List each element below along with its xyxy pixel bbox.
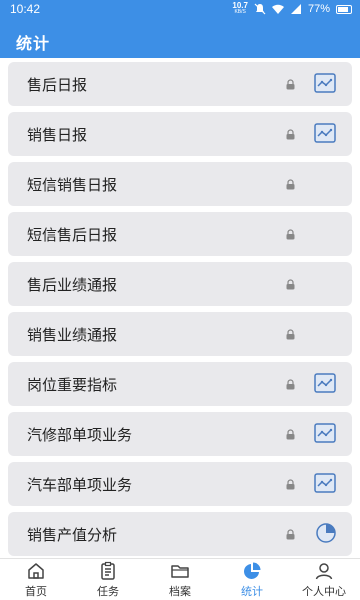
bottom-nav: 首页 任务 档案 统计 个人中心 [0, 558, 360, 600]
lock-icon [286, 229, 295, 240]
signal-icon [290, 3, 302, 15]
nav-tasks[interactable]: 任务 [72, 561, 144, 599]
lock-icon [286, 479, 295, 490]
report-item-after-sales-daily[interactable]: 售后日报 [8, 62, 352, 106]
folder-icon [171, 564, 189, 578]
lock-icon [286, 429, 295, 440]
report-item-label: 短信售后日报 [27, 226, 118, 244]
report-item-label: 销售业绩通报 [27, 326, 118, 344]
report-item-sms-after-sales-daily[interactable]: 短信售后日报 [8, 212, 352, 256]
nav-label: 首页 [25, 585, 47, 598]
report-item-label: 销售日报 [27, 126, 88, 144]
page-title: 统计 [16, 36, 51, 53]
clipboard-icon [101, 561, 115, 580]
report-item-label: 售后日报 [27, 76, 88, 94]
report-item-repair-dept-single-business[interactable]: 汽修部单项业务 [8, 412, 352, 456]
mute-icon [254, 3, 266, 15]
lock-icon [286, 329, 295, 340]
report-item-label: 汽修部单项业务 [27, 426, 133, 444]
report-item-label: 岗位重要指标 [27, 376, 118, 394]
battery-percent: 77% [307, 3, 330, 15]
network-speed: 10.7 KB/S [232, 1, 248, 16]
nav-archive[interactable]: 档案 [144, 561, 216, 599]
report-item-after-sales-performance[interactable]: 售后业绩通报 [8, 262, 352, 306]
report-item-sms-sales-daily[interactable]: 短信销售日报 [8, 162, 352, 206]
line-chart-icon[interactable] [314, 123, 336, 143]
home-icon [28, 562, 44, 579]
nav-profile[interactable]: 个人中心 [288, 561, 360, 599]
line-chart-icon[interactable] [314, 73, 336, 93]
report-item-label: 汽车部单项业务 [27, 476, 133, 494]
lock-icon [286, 529, 295, 540]
lock-icon [286, 79, 295, 90]
line-chart-icon[interactable] [314, 473, 336, 493]
lock-icon [286, 179, 295, 190]
wifi-icon [271, 3, 284, 15]
status-bar: 10:42 10.7 KB/S 77% [0, 0, 360, 18]
report-item-label: 售后业绩通报 [27, 276, 118, 294]
report-item-label: 销售产值分析 [27, 526, 118, 544]
report-item-sales-performance[interactable]: 销售业绩通报 [8, 312, 352, 356]
report-item-label: 短信销售日报 [27, 176, 118, 194]
lock-icon [286, 279, 295, 290]
pie-chart-icon [244, 562, 261, 579]
nav-label: 个人中心 [302, 585, 346, 598]
nav-label: 任务 [97, 585, 119, 598]
lock-icon [286, 379, 295, 390]
line-chart-icon[interactable] [314, 423, 336, 443]
user-icon [315, 562, 333, 579]
battery-icon [336, 4, 352, 14]
status-indicators: 10.7 KB/S 77% [232, 2, 352, 16]
lock-icon [286, 129, 295, 140]
pie-chart-icon[interactable] [315, 522, 337, 544]
line-chart-icon[interactable] [314, 373, 336, 393]
nav-label: 统计 [241, 585, 263, 598]
nav-home[interactable]: 首页 [0, 561, 72, 599]
status-time: 10:42 [10, 2, 41, 16]
report-item-key-position-metrics[interactable]: 岗位重要指标 [8, 362, 352, 406]
nav-label: 档案 [169, 585, 191, 598]
report-item-vehicle-dept-single-business[interactable]: 汽车部单项业务 [8, 462, 352, 506]
report-list: 售后日报 销售日报 短信销售日报 短信售后日报 售后业绩通报 销售业绩通报 岗位… [0, 58, 360, 558]
report-item-sales-output-analysis[interactable]: 销售产值分析 [8, 512, 352, 556]
report-item-sales-daily[interactable]: 销售日报 [8, 112, 352, 156]
nav-statistics[interactable]: 统计 [216, 561, 288, 599]
app-header: 10:42 10.7 KB/S 77% 统计 [0, 0, 360, 58]
